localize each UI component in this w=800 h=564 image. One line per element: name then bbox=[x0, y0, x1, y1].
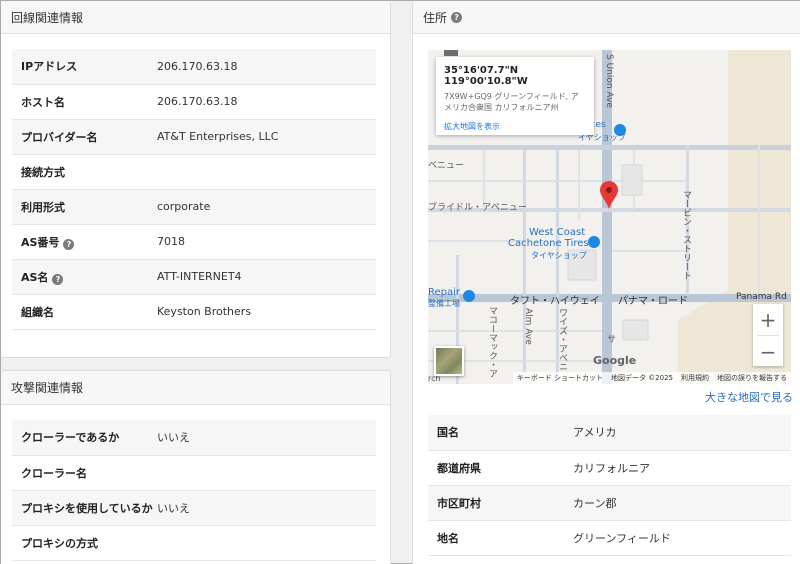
help-icon[interactable]: ? bbox=[451, 11, 463, 23]
row-key: 利用形式 bbox=[21, 200, 65, 214]
row-value bbox=[157, 525, 376, 561]
zoom-controls: + − bbox=[753, 304, 783, 366]
row-key: 地名 bbox=[437, 531, 459, 545]
map-label: 整備工場 bbox=[428, 299, 460, 308]
attack-info-panel: 攻撃関連情報 クローラーであるか いいえ クローラー名 プロキシを使用しているか… bbox=[1, 370, 391, 564]
map-info-card: 35°16'07.7"N 119°00'10.8"W 7X9W+GQ9 グリーン… bbox=[436, 57, 594, 135]
row-value bbox=[157, 455, 376, 491]
row-key: ホスト名 bbox=[21, 95, 65, 109]
row-value: いいえ bbox=[157, 420, 376, 456]
row-value: AT&T Enterprises, LLC bbox=[157, 119, 376, 155]
map-label: タイヤショップ bbox=[531, 251, 587, 260]
row-key: プロキシを使用しているか bbox=[21, 501, 153, 515]
row-value: アメリカ bbox=[573, 415, 791, 451]
row-key: 市区町村 bbox=[437, 496, 481, 510]
table-row: プロキシを使用しているか いいえ bbox=[12, 490, 376, 526]
row-value bbox=[157, 154, 376, 190]
zoom-out-button[interactable]: − bbox=[753, 336, 783, 367]
table-row: 接続方式 bbox=[12, 154, 376, 190]
google-logo: Google bbox=[593, 354, 637, 367]
row-value: Keyston Brothers bbox=[157, 294, 376, 330]
address-table: 国名 アメリカ 都道府県 カリフォルニア 市区町村 カーン郡 地名 グリーンフィ… bbox=[428, 415, 791, 556]
row-value: 206.170.63.18 bbox=[157, 49, 376, 85]
map-label: サ bbox=[605, 334, 615, 343]
row-key: AS名 bbox=[21, 270, 49, 284]
report-error-link[interactable]: 地図の誤りを報告する bbox=[717, 374, 787, 382]
map-attribution: キーボード ショートカット 地図データ ©2025 利用規約 地図の誤りを報告する bbox=[512, 372, 791, 384]
card-coordinates: 35°16'07.7"N 119°00'10.8"W bbox=[444, 65, 528, 87]
map-label: Panama Rd bbox=[736, 292, 787, 302]
map-label: ワイズ・アベニ bbox=[557, 308, 567, 371]
row-value: ATT-INTERNET4 bbox=[157, 259, 376, 295]
row-value: 206.170.63.18 bbox=[157, 84, 376, 120]
enlarge-map-link[interactable]: 拡大地図を表示 bbox=[444, 121, 586, 132]
table-row: ホスト名 206.170.63.18 bbox=[12, 84, 376, 120]
card-plus-code: 7X9W+GQ9 グリーンフィールド, アメリカ合衆国 カリフォルニア州 bbox=[444, 92, 579, 112]
big-map-link[interactable]: 大きな地図で見る bbox=[705, 389, 793, 405]
table-row: プロキシの方式 bbox=[12, 525, 376, 561]
map-label: West Coast bbox=[529, 227, 586, 238]
map-label: ブライドル・アベニュー bbox=[428, 203, 527, 213]
row-value: カリフォルニア bbox=[573, 450, 791, 486]
table-row: プロバイダー名 AT&T Enterprises, LLC bbox=[12, 119, 376, 155]
attack-info-title: 攻撃関連情報 bbox=[11, 381, 84, 395]
table-row: AS名? ATT-INTERNET4 bbox=[12, 259, 376, 295]
row-value: カーン郡 bbox=[573, 485, 791, 521]
table-row: 地名 グリーンフィールド bbox=[428, 520, 791, 556]
map-label: Cachetone Tires bbox=[508, 238, 589, 249]
row-key: IPアドレス bbox=[21, 60, 78, 74]
table-row: 利用形式 corporate bbox=[12, 189, 376, 225]
table-row: 都道府県 カリフォルニア bbox=[428, 450, 791, 486]
zoom-in-button[interactable]: + bbox=[753, 304, 783, 335]
line-info-panel: 回線関連情報 IPアドレス 206.170.63.18 ホスト名 206.170… bbox=[1, 1, 391, 358]
map-label: パナマ・ロード bbox=[618, 296, 688, 307]
help-icon[interactable]: ? bbox=[63, 238, 75, 250]
row-value: corporate bbox=[157, 189, 376, 225]
row-key: クローラーであるか bbox=[21, 431, 120, 445]
row-key: プロキシの方式 bbox=[21, 536, 98, 550]
row-key: 組織名 bbox=[21, 305, 54, 319]
row-key: クローラー名 bbox=[21, 466, 87, 480]
table-row: クローラー名 bbox=[12, 455, 376, 491]
line-info-header: 回線関連情報 bbox=[1, 1, 390, 34]
row-value: 7018 bbox=[157, 224, 376, 260]
row-key: 国名 bbox=[437, 426, 459, 440]
map-label: S Union Ave bbox=[604, 54, 614, 108]
map-view[interactable]: S Union Ave ices イヤショップ ベニュー ブライドル・アベニュー… bbox=[428, 50, 791, 384]
table-row: クローラーであるか いいえ bbox=[12, 420, 376, 456]
attack-info-header: 攻撃関連情報 bbox=[1, 371, 390, 405]
row-key: プロバイダー名 bbox=[21, 130, 98, 144]
table-row: IPアドレス 206.170.63.18 bbox=[12, 49, 376, 85]
table-row: 市区町村 カーン郡 bbox=[428, 485, 791, 521]
map-label: タフト・ハイウェイ bbox=[510, 296, 600, 307]
row-key: 接続方式 bbox=[21, 165, 65, 179]
attack-info-table: クローラーであるか いいえ クローラー名 プロキシを使用しているか いいえ プロ… bbox=[12, 420, 376, 561]
terms-link[interactable]: 利用規約 bbox=[681, 374, 709, 382]
map-label: マービン・ストリート bbox=[681, 190, 691, 280]
row-value: グリーンフィールド bbox=[573, 520, 791, 556]
table-row: AS番号? 7018 bbox=[12, 224, 376, 260]
keyboard-shortcuts-link[interactable]: キーボード ショートカット bbox=[517, 374, 603, 382]
map-label: ベニュー bbox=[428, 161, 465, 171]
map-label: Alm Ave bbox=[523, 308, 533, 345]
row-key: AS番号 bbox=[21, 235, 60, 249]
line-info-title: 回線関連情報 bbox=[11, 10, 84, 25]
map-data-text: 地図データ ©2025 bbox=[610, 374, 673, 382]
map-label: Repair bbox=[428, 287, 461, 298]
satellite-toggle[interactable] bbox=[434, 346, 464, 376]
row-value: いいえ bbox=[157, 490, 376, 526]
table-row: 国名 アメリカ bbox=[428, 415, 791, 451]
address-header: 住所 ? bbox=[413, 1, 800, 34]
help-icon[interactable]: ? bbox=[52, 273, 64, 285]
map-label: マコーマック・ア bbox=[487, 306, 497, 378]
line-info-table: IPアドレス 206.170.63.18 ホスト名 206.170.63.18 … bbox=[12, 49, 376, 330]
address-title: 住所 bbox=[423, 10, 448, 25]
address-panel: 住所 ? S Union Ave ices イヤショップ ベニュー ブライドル・… bbox=[412, 1, 800, 564]
row-key: 都道府県 bbox=[437, 461, 481, 475]
table-row: 組織名 Keyston Brothers bbox=[12, 294, 376, 330]
